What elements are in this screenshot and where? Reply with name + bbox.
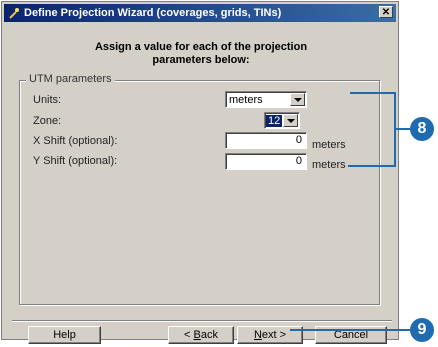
button-separator (12, 320, 392, 322)
callout-8-top-line (350, 92, 395, 94)
chevron-down-icon[interactable] (283, 114, 298, 127)
define-projection-wizard-dialog: Define Projection Wizard (coverages, gri… (1, 1, 400, 344)
zone-value: 12 (266, 115, 283, 127)
group-legend: UTM parameters (26, 73, 115, 85)
callout-8-badge: 8 (410, 117, 434, 141)
close-button[interactable]: ✕ (379, 6, 393, 18)
heading-line-2: parameters below: (152, 54, 250, 66)
window-title: Define Projection Wizard (coverages, gri… (24, 7, 282, 19)
zone-dropdown[interactable]: 12 (264, 112, 300, 129)
x-shift-label: X Shift (optional): (33, 135, 118, 147)
instruction-heading: Assign a value for each of the projectio… (2, 41, 400, 67)
y-shift-label: Y Shift (optional): (33, 155, 118, 167)
units-label: Units: (33, 94, 62, 106)
utm-parameters-group (19, 80, 380, 305)
callout-8-pointer (395, 128, 411, 130)
help-button[interactable]: Help (28, 326, 101, 344)
back-button[interactable]: < Back (168, 326, 234, 344)
x-shift-unit: meters (312, 139, 346, 151)
units-dropdown[interactable]: meters (225, 91, 307, 108)
y-shift-input[interactable]: 0 (225, 153, 307, 170)
heading-line-1: Assign a value for each of the projectio… (94, 41, 308, 53)
close-icon: ✕ (381, 7, 391, 18)
callout-9-badge: 9 (410, 318, 434, 342)
zone-label: Zone: (33, 115, 62, 127)
chevron-down-icon[interactable] (290, 93, 305, 106)
units-value: meters (229, 94, 263, 106)
y-shift-unit: meters (312, 159, 346, 171)
x-shift-input[interactable]: 0 (225, 132, 307, 149)
callout-8-bottom-line (348, 165, 395, 167)
wizard-wand-icon (9, 8, 19, 19)
title-bar: Define Projection Wizard (coverages, gri… (4, 4, 396, 22)
callout-9-line (290, 329, 412, 331)
